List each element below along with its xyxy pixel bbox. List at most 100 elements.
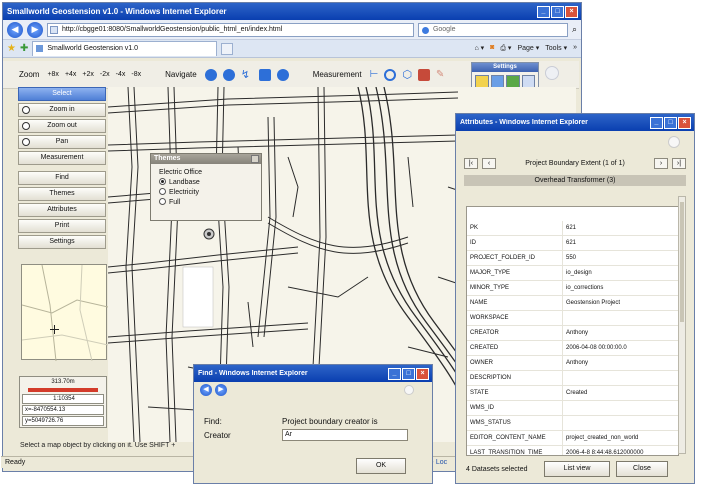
attribute-value	[562, 371, 678, 385]
table-row[interactable]: STATE Created	[467, 386, 678, 401]
zoom-option[interactable]: +2x	[82, 71, 93, 78]
add-favorites-icon[interactable]: ✚	[20, 43, 28, 54]
table-row[interactable]: DESCRIPTION	[467, 371, 678, 386]
search-icon[interactable]: ⌕	[572, 24, 577, 35]
scroll-thumb[interactable]	[680, 202, 684, 322]
table-row[interactable]: NAME Geostension Project	[467, 296, 678, 311]
list-view-button[interactable]: List view	[544, 461, 610, 477]
themes-close-button[interactable]	[251, 155, 259, 163]
close-button[interactable]: ×	[416, 367, 429, 380]
measurement-button[interactable]: Measurement	[18, 151, 106, 165]
ok-button[interactable]: OK	[356, 458, 406, 474]
table-row[interactable]: WMS_STATUS	[467, 416, 678, 431]
refresh-icon[interactable]: ↯	[241, 69, 253, 81]
overview-map[interactable]	[21, 264, 109, 362]
creator-row: Creator Ar	[194, 428, 432, 442]
measure-polygon-icon[interactable]: ⬡	[402, 68, 412, 81]
zoom-option[interactable]: -2x	[100, 71, 110, 78]
minimize-button[interactable]: _	[537, 5, 550, 18]
table-row[interactable]: MAJOR_TYPE io_design	[467, 266, 678, 281]
minimize-button[interactable]: _	[388, 367, 401, 380]
table-row[interactable]: CREATED 2006-04-08 00:00:00.0	[467, 341, 678, 356]
find-titlebar: Find - Windows Internet Explorer _ □ ×	[194, 365, 432, 382]
home-map-icon[interactable]	[258, 68, 271, 81]
attribute-value: io_corrections	[562, 281, 678, 295]
page-menu[interactable]: Page ▾	[517, 44, 539, 53]
record-subtitle[interactable]: Overhead Transformer (3)	[464, 175, 686, 186]
maximize-button[interactable]: □	[664, 116, 677, 129]
back-icon[interactable]: ◀	[200, 384, 212, 396]
maximize-button[interactable]: □	[551, 5, 564, 18]
pan-button[interactable]: Pan	[18, 135, 106, 149]
nav-forward-icon[interactable]	[222, 68, 235, 81]
zoom-in-button[interactable]: Zoom in	[18, 103, 106, 117]
home-icon[interactable]: ⌂ ▾	[474, 44, 484, 53]
last-record-button[interactable]: ›|	[672, 157, 686, 169]
favorites-star-icon[interactable]: ★	[7, 43, 16, 54]
minimize-button[interactable]: _	[650, 116, 663, 129]
table-row[interactable]: MINOR_TYPE io_corrections	[467, 281, 678, 296]
first-record-button[interactable]: |‹	[464, 157, 478, 169]
table-row[interactable]: ID 621	[467, 236, 678, 251]
zoom-option[interactable]: -8x	[131, 71, 141, 78]
close-attributes-button[interactable]: Close	[616, 461, 668, 477]
search-input[interactable]: Google	[417, 22, 568, 37]
print-icon[interactable]: ⎙ ▾	[500, 44, 511, 53]
maximize-button[interactable]: □	[402, 367, 415, 380]
zoom-option[interactable]: -4x	[116, 71, 126, 78]
attribute-key: PROJECT_FOLDER_ID	[470, 255, 536, 261]
tab-geostension[interactable]: Smallworld Geostension v1.0	[32, 41, 218, 56]
theme-option-landbase[interactable]: Landbase	[159, 178, 253, 188]
table-row[interactable]: WORKSPACE	[467, 311, 678, 326]
record-navigator: |‹ ‹ Project Boundary Extent (1 of 1) › …	[456, 151, 694, 175]
settings-button[interactable]: Settings	[18, 235, 106, 249]
nav-back-icon[interactable]	[204, 68, 217, 81]
close-button[interactable]: ×	[678, 116, 691, 129]
measure-clear-icon[interactable]: ✎	[436, 69, 444, 80]
forward-icon[interactable]: ▶	[27, 21, 43, 38]
zoom-option[interactable]: +4x	[65, 71, 76, 78]
more-menu[interactable]: »	[573, 44, 577, 53]
find-button[interactable]: Find	[18, 171, 106, 185]
table-row[interactable]: WMS_ID	[467, 401, 678, 416]
table-row[interactable]: EDITOR_CONTENT_NAME project_created_non_w…	[467, 431, 678, 446]
themes-button[interactable]: Themes	[18, 187, 106, 201]
attributes-button[interactable]: Attributes	[18, 203, 106, 217]
table-row[interactable]: PK 621	[467, 221, 678, 236]
measure-area-icon[interactable]	[417, 68, 430, 81]
datasets-count: 4 Datasets selected	[466, 465, 528, 473]
theme-option-full[interactable]: Full	[159, 198, 253, 208]
scale-ratio: 1:10354	[22, 394, 104, 404]
tools-menu[interactable]: Tools ▾	[545, 44, 567, 53]
print-button[interactable]: Print	[18, 219, 106, 233]
next-record-button[interactable]: ›	[654, 157, 668, 169]
coord-y: y=5049726.76	[22, 416, 104, 426]
close-button[interactable]: ×	[565, 5, 578, 18]
url-text: http://cbgge01:8080/SmallworldGeostensio…	[62, 25, 283, 33]
new-tab-button[interactable]	[221, 42, 234, 55]
attribute-key: EDITOR_CONTENT_NAME	[470, 435, 546, 441]
theme-option-electricity[interactable]: Electricity	[159, 188, 253, 198]
attributes-table: PK 621 ID 621 PROJECT_FOLDER_ID 550 MAJOR_TYPE…	[466, 206, 679, 456]
settings-circle-icon[interactable]	[545, 66, 559, 80]
zoom-out-button[interactable]: Zoom out	[18, 119, 106, 133]
prev-record-button[interactable]: ‹	[482, 157, 496, 169]
table-row[interactable]: OWNER Anthony	[467, 356, 678, 371]
url-field[interactable]: http://cbgge01:8080/SmallworldGeostensio…	[47, 22, 414, 37]
table-row[interactable]: CREATOR Anthony	[467, 326, 678, 341]
table-row[interactable]: PROJECT_FOLDER_ID 550	[467, 251, 678, 266]
help-icon[interactable]	[276, 68, 289, 81]
coord-x: x=-8470554.13	[22, 405, 104, 415]
measure-line-icon[interactable]: ⊢	[370, 69, 379, 80]
table-row[interactable]: LAST_TRANSITION_TIME 2006-4-8 8:44:48.612…	[467, 446, 678, 455]
attribute-value: project_created_non_world	[562, 431, 678, 445]
attributes-scrollbar[interactable]	[678, 196, 686, 454]
feeds-icon[interactable]: ◙	[490, 44, 494, 53]
measure-circle-icon[interactable]	[384, 68, 397, 81]
select-button[interactable]: Select	[18, 87, 106, 101]
back-icon[interactable]: ◀	[7, 21, 23, 38]
attribute-key: STATE	[470, 390, 489, 396]
forward-icon[interactable]: ▶	[215, 384, 227, 396]
zoom-option[interactable]: +8x	[47, 71, 58, 78]
creator-input[interactable]: Ar	[282, 429, 408, 441]
